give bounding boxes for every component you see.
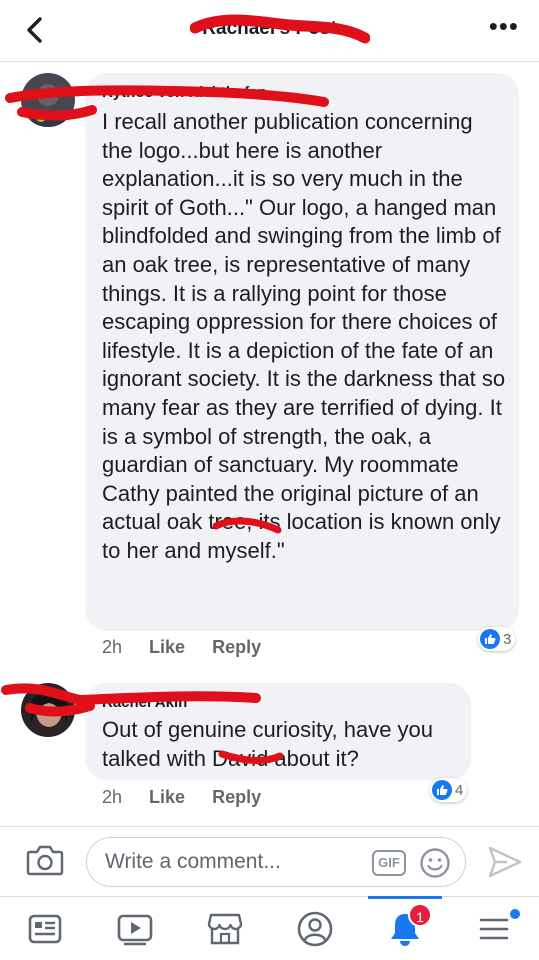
watch-icon — [117, 914, 153, 946]
emoji-icon[interactable] — [419, 847, 451, 879]
top-bar: Rachael's Post ••• — [0, 0, 539, 62]
like-button[interactable]: Like — [149, 787, 185, 807]
thumbs-up-icon — [480, 629, 500, 649]
comment-time: 2h — [102, 637, 123, 657]
reaction-count[interactable]: 3 — [478, 627, 516, 651]
notification-badge: 1 — [408, 903, 432, 927]
reply-button[interactable]: Reply — [212, 637, 261, 657]
tab-menu[interactable] — [450, 897, 539, 960]
comment-meta: 2h Like Reply — [102, 787, 283, 808]
reaction-count[interactable]: 4 — [430, 778, 468, 802]
comment-text: I recall another publication concerning … — [102, 109, 506, 563]
reaction-number: 3 — [503, 630, 512, 648]
comment-meta: 2h Like Reply — [102, 637, 283, 658]
profile-icon — [297, 911, 333, 947]
avatar[interactable] — [21, 683, 75, 737]
news-feed-icon — [28, 914, 62, 944]
comment-author[interactable]: Rachel Akin — [102, 694, 187, 711]
tab-profile[interactable] — [270, 897, 360, 960]
tab-notifications[interactable]: 1 — [360, 896, 450, 960]
gif-button[interactable]: GIF — [372, 850, 406, 876]
comment-text: Out of genuine curiosity, have you talke… — [102, 717, 434, 771]
reply-button[interactable]: Reply — [212, 787, 261, 807]
avatar[interactable] — [21, 73, 75, 127]
marketplace-icon — [207, 913, 243, 945]
camera-icon[interactable] — [26, 843, 64, 877]
send-icon[interactable] — [487, 845, 523, 879]
comment-time: 2h — [102, 787, 123, 807]
tab-news-feed[interactable] — [0, 897, 90, 960]
tab-watch[interactable] — [90, 897, 180, 960]
comment-author[interactable]: Rythoe Von Richthofen — [102, 84, 267, 101]
comment-composer: Write a comment... GIF — [0, 826, 539, 896]
comment-input[interactable]: Write a comment... GIF — [86, 837, 466, 887]
bottom-tab-bar: 1 — [0, 896, 539, 960]
more-options-icon[interactable]: ••• — [489, 13, 519, 39]
page-title: Rachael's Post — [202, 18, 337, 39]
menu-indicator-dot — [510, 909, 520, 919]
comment-placeholder: Write a comment... — [105, 850, 281, 873]
menu-icon — [479, 918, 509, 940]
tab-marketplace[interactable] — [180, 897, 270, 960]
thumbs-up-icon — [432, 780, 452, 800]
reaction-number: 4 — [455, 781, 464, 799]
like-button[interactable]: Like — [149, 637, 185, 657]
